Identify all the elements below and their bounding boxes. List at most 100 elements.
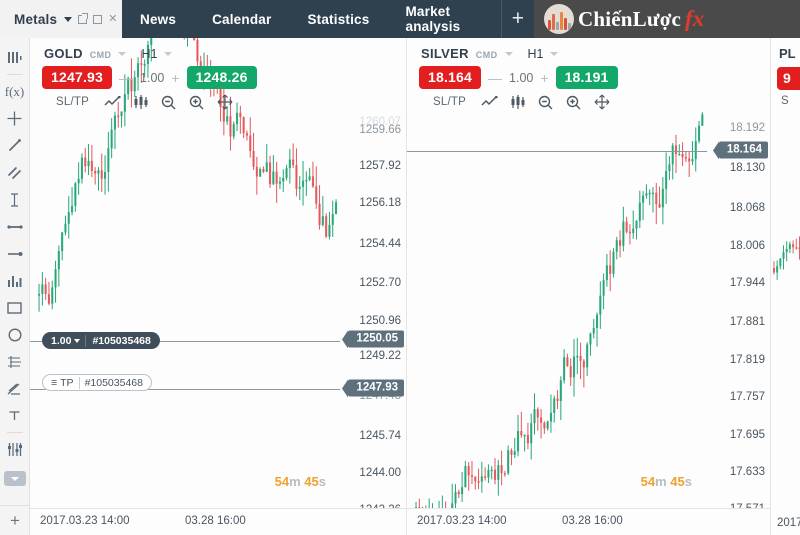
nav-tab-statistics[interactable]: Statistics	[289, 0, 387, 38]
pitchfork-icon[interactable]	[0, 375, 30, 402]
time-label: 03.28 16:00	[562, 515, 623, 527]
silver-time-axis[interactable]: 2017.03.23 14:00 03.28 16:00	[407, 508, 770, 535]
platinum-candlestick-plot[interactable]	[771, 38, 800, 535]
fibonacci-icon[interactable]	[0, 348, 30, 375]
chart-panel-platinum[interactable]: PL 9 S 2017	[770, 38, 800, 535]
chart-type-bars-icon[interactable]	[0, 44, 30, 71]
countdown-minutes: 54	[640, 474, 656, 489]
line-chart-icon[interactable]	[476, 92, 504, 112]
popout-icon[interactable]	[78, 12, 89, 24]
text-tool-icon[interactable]	[0, 402, 30, 429]
price-tick: 17.757	[729, 391, 765, 403]
zoom-out-icon[interactable]	[532, 92, 560, 112]
candlestick-icon[interactable]	[127, 92, 155, 112]
rectangle-icon[interactable]	[0, 294, 30, 321]
price-tick: 18.192	[729, 122, 765, 134]
current-price-badge[interactable]: 1247.93	[342, 379, 404, 398]
ellipse-icon[interactable]	[0, 321, 30, 348]
main-navigation: News Calendar Statistics Market analysis…	[122, 0, 534, 38]
trendline-icon[interactable]	[0, 132, 30, 159]
gold-time-axis[interactable]: 2017.03.23 14:00 03.28 16:00	[30, 508, 406, 535]
countdown-seconds-unit: s	[684, 474, 692, 489]
volume-decrease-button[interactable]: —	[112, 70, 140, 86]
gold-price-axis[interactable]: 1260.07 1259.66 1257.92 1256.18 1254.44 …	[340, 38, 406, 535]
workspace-tab-label: Metals	[14, 11, 58, 27]
volume-value[interactable]: 1.00	[140, 71, 164, 85]
volume-increase-button[interactable]: +	[164, 70, 186, 86]
position-price-badge[interactable]: 1250.05	[342, 330, 404, 349]
timeframe-dropdown-icon[interactable]	[164, 52, 173, 56]
gold-deal-row: 1247.93 — 1.00 + 1248.26	[30, 61, 406, 89]
parallel-channel-icon[interactable]	[0, 159, 30, 186]
volume-value[interactable]: 1.00	[509, 71, 533, 85]
sltp-button[interactable]: SL/TP	[433, 96, 466, 108]
price-tick: 17.819	[729, 354, 765, 366]
price-tick: 17.944	[729, 277, 765, 289]
symbol-name[interactable]: GOLD	[44, 46, 83, 61]
sltp-button[interactable]: SL/TP	[56, 96, 89, 108]
add-tab-button[interactable]: +	[500, 0, 534, 38]
silver-price-axis[interactable]: 18.192 18.130 18.068 18.006 17.944 17.88…	[704, 38, 770, 535]
price-tick: 1254.44	[359, 238, 401, 250]
order-volume: 1.00	[51, 334, 72, 347]
price-tick: 18.006	[729, 240, 765, 252]
nav-tab-calendar[interactable]: Calendar	[194, 0, 289, 38]
price-tick: 1252.70	[359, 277, 401, 289]
price-tick: 1257.92	[359, 160, 401, 172]
pan-move-icon[interactable]	[211, 92, 239, 112]
volume-decrease-button[interactable]: —	[481, 70, 509, 86]
chart-panel-silver[interactable]: 18.192 18.130 18.068 18.006 17.944 17.88…	[406, 38, 770, 535]
sell-price-button[interactable]: 18.164	[419, 66, 482, 89]
nav-tab-market-analysis[interactable]: Market analysis	[387, 0, 500, 38]
gold-symbol-row: GOLD CMD H1	[30, 38, 406, 61]
close-icon[interactable]: ✕	[108, 13, 117, 25]
more-tools-dropdown-icon[interactable]	[0, 465, 30, 492]
horizontal-line-icon[interactable]	[0, 213, 30, 240]
arrow-line-icon[interactable]	[0, 240, 30, 267]
buy-price-button[interactable]: 1248.26	[186, 66, 257, 89]
symbol-name[interactable]: SILVER	[421, 46, 469, 61]
nav-tab-news[interactable]: News	[122, 0, 194, 38]
current-price-badge[interactable]: 18.164	[712, 141, 768, 160]
price-tick: 1259.66	[359, 124, 401, 136]
sell-price-button[interactable]: 1247.93	[42, 66, 113, 89]
sliders-settings-icon[interactable]	[0, 436, 30, 463]
crosshair-icon[interactable]	[0, 105, 30, 132]
order-takeprofit-tag[interactable]: ≡ TP #105035468	[42, 374, 152, 391]
time-label: 2017.03.23 14:00	[40, 515, 130, 527]
candlestick-icon[interactable]	[504, 92, 532, 112]
indicators-fx-icon[interactable]: f(x)	[0, 78, 30, 105]
maximize-icon[interactable]	[93, 14, 103, 24]
symbol-source: CMD	[475, 50, 498, 60]
gold-chart-toolbar: SL/TP	[30, 89, 406, 112]
line-chart-icon[interactable]	[99, 92, 127, 112]
price-tick: 1245.74	[359, 430, 401, 442]
volume-bars-icon[interactable]	[0, 267, 30, 294]
add-chart-icon[interactable]: +	[0, 505, 30, 535]
volume-increase-button[interactable]: +	[533, 70, 555, 86]
symbol-dropdown-icon[interactable]	[504, 52, 513, 56]
silver-symbol-row: SILVER CMD H1	[407, 38, 770, 61]
chevron-down-icon[interactable]	[74, 338, 81, 343]
price-tick: 1244.00	[359, 467, 401, 479]
buy-price-button[interactable]: 18.191	[555, 66, 618, 89]
workspace-tab-metals[interactable]: Metals ✕	[0, 0, 122, 38]
timeframe-dropdown-icon[interactable]	[550, 52, 559, 56]
silver-chart-toolbar: SL/TP	[407, 89, 770, 112]
pan-move-icon[interactable]	[588, 92, 616, 112]
timeframe-label[interactable]: H1	[141, 47, 157, 61]
price-tick: 1250.96	[359, 315, 401, 327]
vertical-measure-icon[interactable]	[0, 186, 30, 213]
caret-down-icon[interactable]	[64, 16, 73, 22]
order-position-tag[interactable]: 1.00 #105035468	[42, 332, 160, 349]
zoom-in-icon[interactable]	[183, 92, 211, 112]
timeframe-label[interactable]: H1	[528, 47, 544, 61]
zoom-out-icon[interactable]	[155, 92, 183, 112]
brand-mark-icon	[544, 4, 574, 34]
toolbar-divider	[6, 432, 23, 433]
symbol-dropdown-icon[interactable]	[118, 52, 127, 56]
drag-handle-icon[interactable]: ≡	[51, 377, 57, 389]
chart-panel-gold[interactable]: 1.00 #105035468 ≡ TP #105035468 1260.07 1…	[30, 38, 406, 535]
indicators-fx-label: f(x)	[4, 83, 25, 99]
zoom-in-icon[interactable]	[560, 92, 588, 112]
